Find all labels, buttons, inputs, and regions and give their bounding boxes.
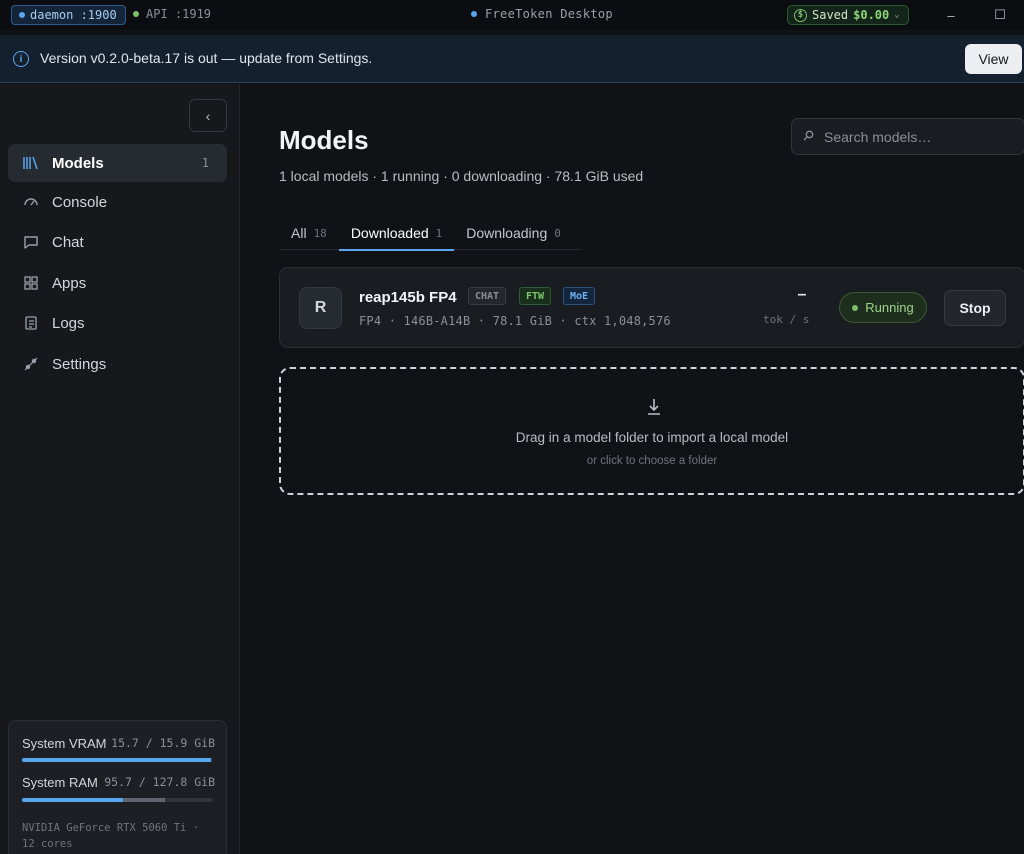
savings-amount: $0.00 — [853, 8, 890, 22]
tokens-per-second-unit: tok / s — [763, 313, 810, 326]
ram-bar — [22, 798, 213, 802]
sidebar-item-settings[interactable]: Settings — [8, 345, 227, 383]
sidebar-item-label: Apps — [52, 274, 87, 292]
page-title: Models — [279, 125, 369, 155]
vram-label: System VRAM — [22, 736, 107, 751]
tab-downloaded[interactable]: Downloaded 1 — [338, 216, 455, 251]
tag-ftw: FTW — [519, 287, 552, 305]
search-box[interactable] — [791, 118, 1024, 155]
page-subtitle: 1 local models · 1 running · 0 downloadi… — [279, 168, 644, 184]
dollar-coin-icon: $ — [794, 8, 807, 22]
sidebar-item-label: Models — [52, 154, 104, 172]
api-status-label: API :1919 — [146, 7, 212, 21]
status-badge: Running — [839, 292, 927, 323]
collapse-sidebar-button[interactable]: ‹ — [189, 99, 227, 132]
main-content: Models 1 local models · 1 running · 0 do… — [241, 84, 1024, 854]
vram-bar-fill — [22, 758, 211, 762]
api-status-dot — [133, 11, 139, 17]
vram-value: 15.7 / 15.9 GiB — [111, 736, 215, 750]
import-dropzone[interactable]: Drag in a model folder to import a local… — [279, 367, 1024, 495]
library-icon — [23, 155, 39, 171]
chat-bubble-icon — [23, 234, 39, 250]
tab-count: 18 — [313, 226, 327, 240]
model-meta: FP4 · 146B-A14B · 78.1 GiB · ctx 1,048,5… — [359, 314, 671, 328]
tab-downloading[interactable]: Downloading 0 — [454, 216, 573, 250]
title-bar: daemon :1900 API :1919 FreeToken Desktop… — [0, 0, 1024, 30]
sliders-icon — [23, 356, 39, 372]
model-name: reap145b FP4 — [359, 289, 457, 306]
savings-label: Saved — [812, 8, 849, 22]
tag-chat: CHAT — [468, 287, 507, 305]
system-stats-card: System VRAM 15.7 / 15.9 GiB System RAM 9… — [8, 720, 227, 854]
tag-moe: MoE — [563, 287, 596, 305]
vram-row: System VRAM 15.7 / 15.9 GiB — [22, 736, 215, 751]
sidebar-item-label: Settings — [52, 355, 107, 373]
sidebar-item-console[interactable]: Console — [8, 183, 227, 221]
sidebar-item-count: 1 — [201, 156, 209, 170]
sidebar-item-logs[interactable]: Logs — [8, 304, 227, 342]
scroll-log-icon — [23, 315, 39, 331]
sidebar-item-label: Logs — [52, 314, 85, 332]
minimize-button[interactable]: – — [941, 5, 961, 25]
update-banner: i Version v0.2.0-beta.17 is out — update… — [0, 35, 1024, 83]
tab-count: 1 — [435, 226, 443, 240]
ram-row: System RAM 95.7 / 127.8 GiB — [22, 775, 215, 790]
model-card[interactable]: R reap145b FP4 CHAT FTW MoE FP4 · 146B-A… — [279, 267, 1024, 348]
model-avatar: R — [299, 287, 342, 329]
info-icon: i — [13, 51, 29, 67]
sidebar-item-label: Chat — [52, 233, 84, 251]
app-title-text: FreeToken Desktop — [485, 7, 613, 21]
dropzone-title: Drag in a model folder to import a local… — [515, 430, 789, 445]
ram-bar-fill — [22, 798, 124, 802]
sidebar-item-models[interactable]: Models 1 — [8, 144, 227, 182]
sidebar: ‹ Models 1 Console Chat Apps Logs Settin… — [0, 84, 240, 854]
api-status: API :1919 — [133, 7, 211, 21]
update-banner-message: Version v0.2.0-beta.17 is out — update f… — [40, 50, 373, 66]
dropzone-subtitle: or click to choose a folder — [586, 455, 718, 467]
savings-badge[interactable]: $ Saved $0.00 ⌄ — [787, 5, 909, 25]
tokens-per-second-value: – — [797, 286, 807, 303]
daemon-status-dot — [19, 12, 25, 18]
sidebar-item-apps[interactable]: Apps — [8, 264, 227, 302]
tab-all[interactable]: All 18 — [279, 216, 339, 250]
download-arrow-icon — [648, 399, 660, 415]
view-update-button[interactable]: View — [965, 44, 1022, 74]
running-dot — [852, 304, 859, 311]
ram-value: 95.7 / 127.8 GiB — [104, 775, 215, 789]
gauge-icon — [23, 194, 39, 210]
tab-label: All — [291, 225, 307, 241]
ram-bar-other-fill — [123, 798, 166, 802]
status-label: Running — [865, 300, 914, 315]
tab-label: Downloading — [466, 225, 548, 241]
daemon-status-label: daemon :1900 — [30, 8, 117, 22]
stop-button[interactable]: Stop — [944, 290, 1006, 326]
search-icon — [803, 130, 814, 144]
sidebar-item-chat[interactable]: Chat — [8, 223, 227, 261]
tab-count: 0 — [554, 226, 561, 240]
search-input[interactable] — [824, 128, 1014, 145]
vram-bar — [22, 758, 213, 762]
sidebar-item-label: Console — [52, 193, 108, 211]
app-title-dot — [471, 11, 477, 17]
maximize-button[interactable]: ☐ — [990, 5, 1010, 25]
chevron-left-icon: ‹ — [205, 107, 211, 124]
gpu-info: NVIDIA GeForce RTX 5060 Ti · 12 cores — [22, 822, 200, 850]
ram-label: System RAM — [22, 775, 98, 790]
model-tabs: All 18 Downloaded 1 Downloading 0 — [279, 216, 581, 251]
chevron-down-icon: ⌄ — [894, 10, 900, 20]
grid-icon — [23, 275, 39, 291]
tab-label: Downloaded — [350, 225, 429, 241]
daemon-status-badge[interactable]: daemon :1900 — [11, 5, 126, 25]
app-title: FreeToken Desktop — [471, 7, 613, 21]
